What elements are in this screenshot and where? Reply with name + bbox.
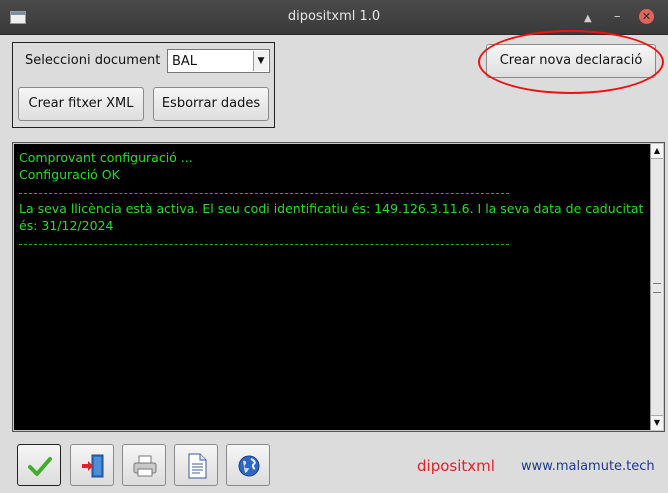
- document-select-value: BAL: [172, 54, 198, 69]
- vertical-scrollbar[interactable]: ▲ ▼: [650, 144, 663, 430]
- erase-data-button[interactable]: Esborrar dades: [153, 87, 269, 121]
- brand-label: dipositxml: [417, 457, 495, 475]
- console-line: Comprovant configuració ...: [19, 150, 193, 165]
- window-title: dipositxml 1.0: [287, 9, 381, 24]
- console-output: Comprovant configuració ... Configuració…: [14, 144, 650, 430]
- document-button[interactable]: [174, 444, 218, 486]
- scroll-up-icon[interactable]: ▲: [651, 144, 663, 159]
- document-selector-label: Seleccioni document: [25, 53, 161, 68]
- web-button[interactable]: [226, 444, 270, 486]
- console-separator: [19, 234, 509, 245]
- console-separator: [19, 183, 509, 194]
- check-icon: [28, 457, 52, 476]
- scroll-grip[interactable]: [653, 283, 661, 293]
- close-icon[interactable]: ✕: [639, 9, 654, 24]
- document-icon: [188, 453, 207, 479]
- exit-door-icon: [82, 454, 104, 478]
- up-icon[interactable]: ▲: [584, 11, 592, 27]
- chevron-down-icon[interactable]: ▼: [253, 51, 268, 71]
- title-bar: dipositxml 1.0 ▲ – ✕: [0, 0, 668, 35]
- console-line: Configuració OK: [19, 167, 120, 182]
- new-declaration-button[interactable]: Crear nova declaració: [486, 44, 656, 78]
- document-select[interactable]: BAL ▼: [167, 49, 270, 73]
- minimize-icon[interactable]: –: [614, 9, 621, 25]
- website-label: www.malamute.tech: [521, 459, 655, 474]
- exit-button[interactable]: [70, 444, 114, 486]
- console-panel: Comprovant configuració ... Configuració…: [12, 142, 665, 432]
- print-button[interactable]: [122, 444, 166, 486]
- confirm-button[interactable]: [17, 444, 61, 486]
- console-line: La seva llicència està activa. El seu co…: [19, 201, 644, 233]
- globe-icon: [238, 455, 260, 477]
- printer-icon: [133, 455, 157, 477]
- scroll-down-icon[interactable]: ▼: [651, 415, 663, 430]
- create-xml-button[interactable]: Crear fitxer XML: [18, 87, 144, 121]
